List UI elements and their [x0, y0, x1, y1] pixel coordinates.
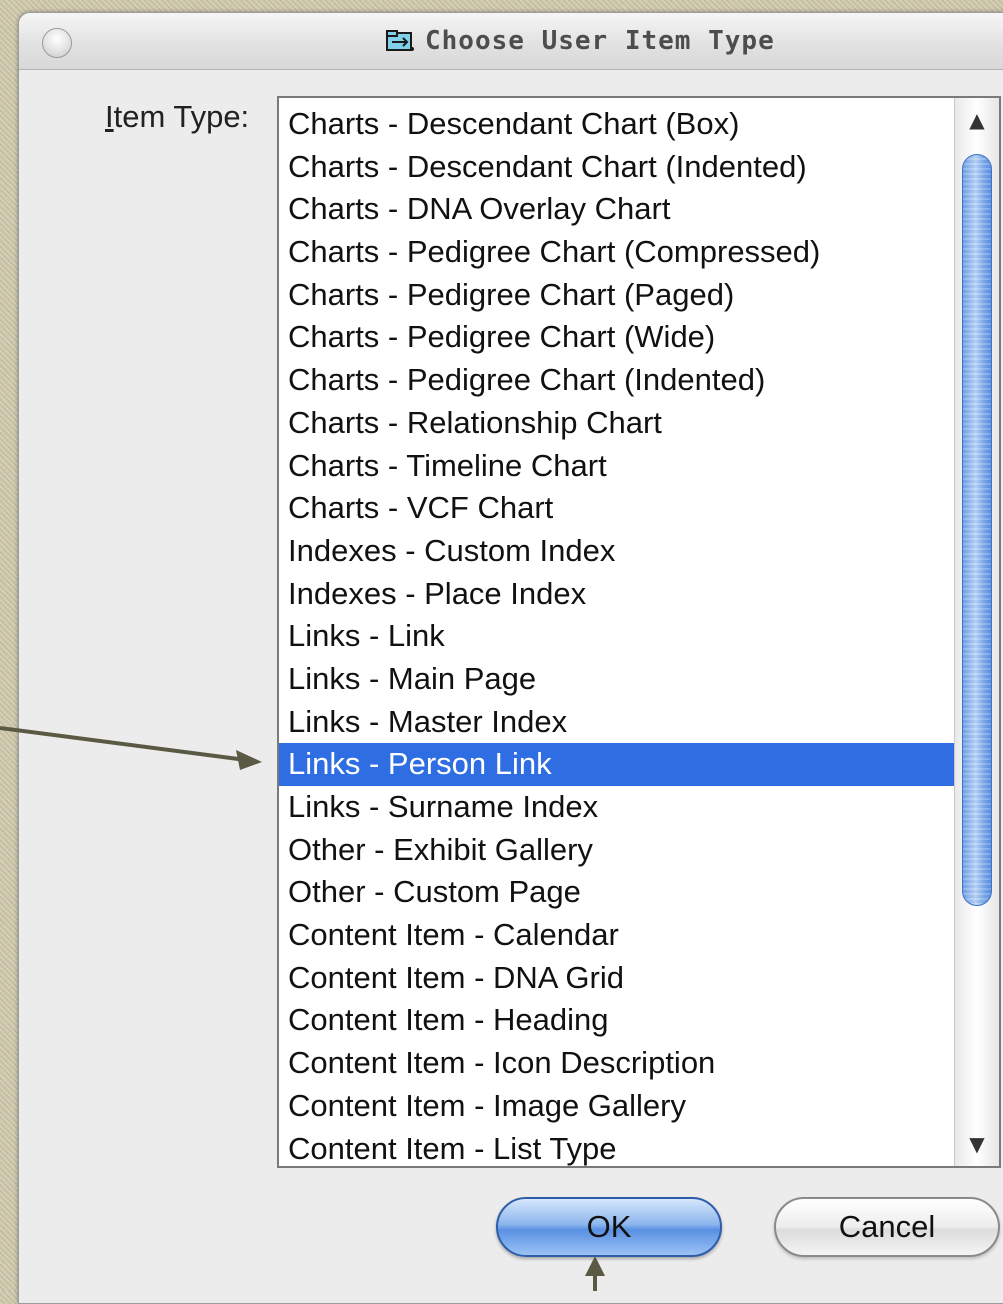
list-item[interactable]: Content Item - Image Gallery: [279, 1085, 955, 1128]
list-item[interactable]: Indexes - Place Index: [279, 573, 955, 616]
scroll-down-arrow-icon[interactable]: ▼: [955, 1122, 999, 1166]
item-type-label: Item Type:: [105, 99, 249, 135]
list-item[interactable]: Charts - VCF Chart: [279, 487, 955, 530]
title-bar[interactable]: Choose User Item Type: [19, 13, 1003, 70]
list-item[interactable]: Content Item - Icon Description: [279, 1042, 955, 1085]
item-type-label-accelerator: I: [105, 99, 114, 134]
list-item-selected[interactable]: Links - Person Link: [279, 743, 955, 786]
scrollbar-thumb[interactable]: [962, 154, 992, 906]
list-item[interactable]: Content Item - Calendar: [279, 914, 955, 957]
list-item[interactable]: Links - Surname Index: [279, 786, 955, 829]
folder-icon: [386, 30, 414, 51]
dialog-window: Choose User Item Type Item Type: Charts …: [18, 12, 1003, 1304]
list-item[interactable]: Indexes - Custom Index: [279, 530, 955, 573]
ok-button[interactable]: OK: [496, 1197, 722, 1257]
list-item[interactable]: Links - Link: [279, 615, 955, 658]
item-type-label-text: tem Type:: [113, 99, 250, 134]
vertical-scrollbar[interactable]: ▲ ▼: [954, 98, 999, 1166]
list-item[interactable]: Content Item - List Type: [279, 1128, 955, 1167]
close-button[interactable]: [42, 28, 72, 58]
list-item[interactable]: Charts - Relationship Chart: [279, 402, 955, 445]
list-item[interactable]: Charts - Descendant Chart (Box): [279, 103, 955, 146]
cancel-button[interactable]: Cancel: [774, 1197, 1000, 1257]
item-type-listbox[interactable]: Charts - Descendant Chart (Box) Charts - …: [277, 96, 1001, 1168]
item-type-list: Charts - Descendant Chart (Box) Charts - …: [279, 103, 955, 1167]
title-group: Choose User Item Type: [385, 25, 775, 57]
list-item[interactable]: Charts - Pedigree Chart (Paged): [279, 274, 955, 317]
list-item[interactable]: Charts - Timeline Chart: [279, 445, 955, 488]
list-item[interactable]: Charts - Pedigree Chart (Wide): [279, 316, 955, 359]
list-item[interactable]: Content Item - Heading: [279, 999, 955, 1042]
list-item[interactable]: Other - Custom Page: [279, 871, 955, 914]
dialog-title: Choose User Item Type: [425, 26, 775, 56]
list-item[interactable]: Other - Exhibit Gallery: [279, 829, 955, 872]
list-item[interactable]: Charts - Descendant Chart (Indented): [279, 146, 955, 189]
list-item[interactable]: Links - Master Index: [279, 701, 955, 744]
list-item[interactable]: Charts - DNA Overlay Chart: [279, 188, 955, 231]
scroll-up-arrow-icon[interactable]: ▲: [955, 98, 999, 142]
list-item[interactable]: Links - Main Page: [279, 658, 955, 701]
list-item[interactable]: Charts - Pedigree Chart (Indented): [279, 359, 955, 402]
list-item[interactable]: Content Item - DNA Grid: [279, 957, 955, 1000]
list-item[interactable]: Charts - Pedigree Chart (Compressed): [279, 231, 955, 274]
